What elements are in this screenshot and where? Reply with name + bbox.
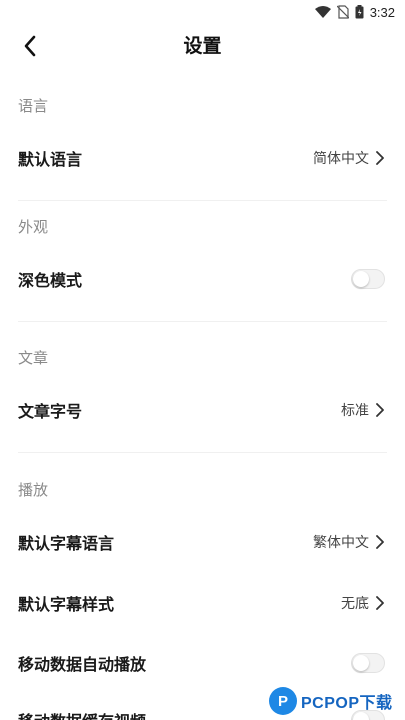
battery-icon <box>355 5 364 19</box>
no-sim-icon <box>336 5 349 19</box>
dark-mode-toggle[interactable] <box>351 269 385 289</box>
back-button[interactable] <box>12 30 48 62</box>
font-size-label: 文章字号 <box>18 402 83 421</box>
subtitle-language-value: 繁体中文 <box>313 535 369 551</box>
mobile-autoplay-toggle[interactable] <box>351 653 385 673</box>
header: 设置 <box>0 24 405 68</box>
section-title-language: 语言 <box>18 97 49 115</box>
chevron-left-icon <box>24 35 36 57</box>
watermark-logo-icon: P <box>269 687 297 715</box>
page-title: 设置 <box>183 35 222 57</box>
default-language-row[interactable]: 默认语言 简体中文 <box>0 136 405 180</box>
wifi-icon <box>314 6 331 18</box>
divider <box>18 452 387 453</box>
dark-mode-row: 深色模式 <box>0 257 405 301</box>
mobile-autoplay-row: 移动数据自动播放 <box>0 641 405 685</box>
divider <box>18 200 387 201</box>
chevron-right-icon <box>376 151 384 165</box>
status-time: 3:32 <box>369 4 395 20</box>
font-size-row[interactable]: 文章字号 标准 <box>0 388 405 432</box>
default-language-value: 简体中文 <box>313 151 369 167</box>
subtitle-language-label: 默认字幕语言 <box>18 534 115 553</box>
chevron-right-icon <box>376 535 384 549</box>
subtitle-style-label: 默认字幕样式 <box>18 595 115 614</box>
divider <box>18 321 387 322</box>
watermark-text: PCPOP下载 <box>301 695 393 712</box>
subtitle-language-row[interactable]: 默认字幕语言 繁体中文 <box>0 520 405 564</box>
subtitle-style-row[interactable]: 默认字幕样式 无底 <box>0 581 405 625</box>
dark-mode-label: 深色模式 <box>18 271 83 290</box>
watermark: P PCPOP下载 <box>269 684 399 718</box>
subtitle-style-value: 无底 <box>341 596 369 612</box>
section-title-article: 文章 <box>18 349 49 367</box>
mobile-cache-label: 移动数据缓存视频 <box>18 708 146 720</box>
toggle-knob <box>353 655 369 671</box>
status-bar: 3:32 <box>0 0 405 24</box>
toggle-knob <box>353 271 369 287</box>
section-title-playback: 播放 <box>18 481 49 499</box>
chevron-right-icon <box>376 403 384 417</box>
section-title-appearance: 外观 <box>18 218 49 236</box>
font-size-value: 标准 <box>341 403 369 419</box>
default-language-label: 默认语言 <box>18 150 83 169</box>
mobile-autoplay-label: 移动数据自动播放 <box>18 655 147 674</box>
chevron-right-icon <box>376 596 384 610</box>
